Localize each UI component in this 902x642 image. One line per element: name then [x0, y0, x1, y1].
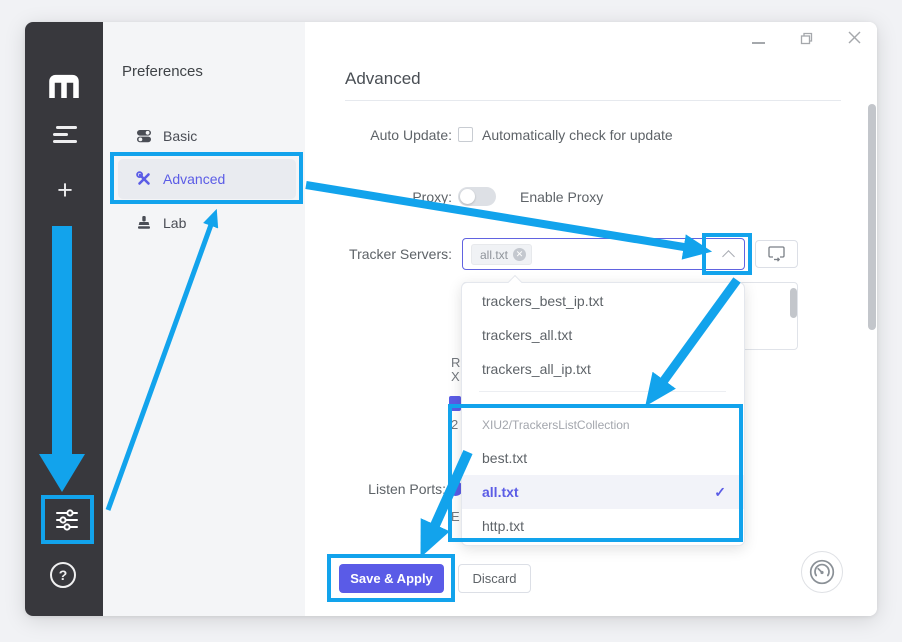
nav-item-label: Basic [163, 128, 197, 144]
dropdown-divider [479, 391, 726, 392]
chevron-up-icon[interactable] [722, 250, 735, 263]
dropdown-item[interactable]: trackers_best_ip.txt [462, 284, 744, 318]
restore-icon[interactable] [800, 32, 813, 45]
sync-trackers-button[interactable] [755, 240, 798, 268]
tag-remove-icon[interactable]: ✕ [513, 248, 526, 261]
nav-item-basic[interactable]: Basic [118, 116, 296, 156]
clipped-text: X [451, 369, 460, 384]
check-icon: ✓ [714, 475, 726, 509]
clipped-checkbox [449, 396, 461, 411]
motrix-logo [48, 74, 80, 98]
speedometer-icon [808, 558, 836, 586]
main-scrollbar[interactable] [868, 104, 876, 330]
nav-item-lab[interactable]: Lab [118, 203, 296, 243]
discard-button[interactable]: Discard [458, 564, 531, 593]
dropdown-group-label: XIU2/TrackersListCollection [462, 410, 744, 440]
proxy-toggle-label: Enable Proxy [520, 189, 603, 205]
proxy-toggle[interactable] [458, 187, 496, 206]
nav-item-label: Advanced [163, 171, 225, 187]
textarea-scrollbar[interactable] [790, 288, 797, 318]
add-task-icon[interactable]: + [52, 177, 78, 203]
dropdown-item[interactable]: http.txt [462, 509, 744, 543]
tracker-dropdown: trackers_best_ip.txt trackers_all.txt tr… [461, 282, 745, 546]
clipped-text: 2 [451, 417, 458, 432]
toggles-icon [136, 128, 152, 144]
toggle-knob [460, 189, 475, 204]
tracker-servers-label: Tracker Servers: [322, 246, 452, 262]
proxy-label: Proxy: [332, 189, 452, 205]
close-icon[interactable] [847, 30, 862, 45]
save-apply-button[interactable]: Save & Apply [339, 564, 444, 593]
selected-tracker-tag: all.txt ✕ [471, 244, 532, 265]
page-title: Advanced [345, 69, 421, 89]
auto-update-checkbox[interactable] [458, 127, 473, 142]
tag-label: all.txt [480, 248, 508, 262]
dropdown-item-selected[interactable]: all.txt ✓ [462, 475, 744, 509]
stamp-icon [136, 215, 152, 231]
nav-item-label: Lab [163, 215, 186, 231]
listen-ports-label: Listen Ports: [326, 481, 446, 497]
nav-item-advanced[interactable]: Advanced [118, 159, 296, 199]
preferences-nav: Preferences Basic Advanced [103, 22, 305, 616]
help-icon[interactable]: ? [50, 562, 76, 588]
tools-icon [136, 171, 152, 187]
dropdown-item[interactable]: trackers_all_ip.txt [462, 352, 744, 386]
app-sidebar: + ? [25, 22, 103, 616]
dropdown-item[interactable]: best.txt [462, 441, 744, 475]
clipped-text: E [451, 509, 460, 524]
auto-update-checkbox-label[interactable]: Automatically check for update [482, 127, 673, 143]
minimize-icon[interactable] [752, 42, 765, 44]
clipped-text: R [451, 355, 460, 370]
dropdown-item[interactable]: trackers_all.txt [462, 318, 744, 352]
preferences-icon[interactable] [55, 508, 79, 532]
preferences-window: + ? Preferences Basic [25, 22, 877, 616]
sync-screen-icon [768, 246, 785, 262]
auto-update-label: Auto Update: [332, 127, 452, 143]
tracker-servers-select[interactable]: all.txt ✕ [462, 238, 745, 270]
preferences-title: Preferences [122, 63, 203, 80]
divider [345, 100, 841, 101]
dropdown-item-label: all.txt [482, 484, 519, 500]
speed-gauge-button[interactable] [801, 551, 843, 593]
